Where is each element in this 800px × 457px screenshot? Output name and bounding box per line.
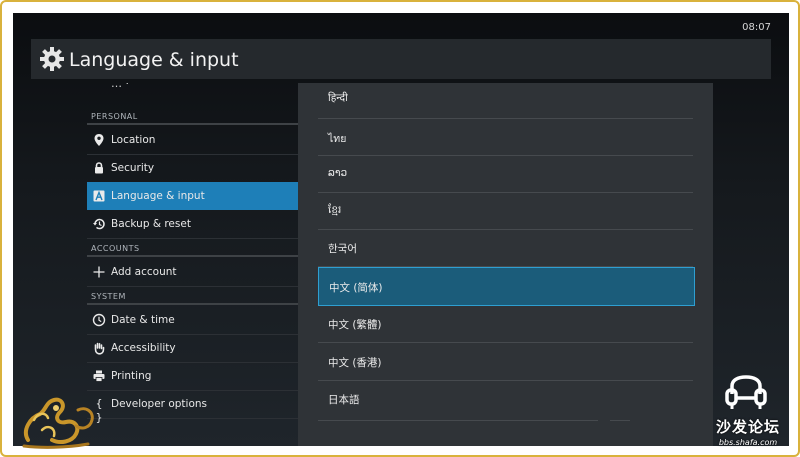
language-option[interactable]: ខ្មែរ xyxy=(318,192,693,230)
language-option[interactable]: 中文 (繁體) xyxy=(318,305,693,343)
watermark-text: 沙发论坛 xyxy=(715,418,780,436)
settings-item-developer-options[interactable]: { } Developer options xyxy=(87,390,298,424)
language-option[interactable]: ລາວ xyxy=(318,155,693,193)
settings-list: … · PERSONAL Location Security Language … xyxy=(87,83,298,438)
settings-item-date-time[interactable]: Date & time xyxy=(87,306,298,335)
backup-restore-icon xyxy=(92,217,106,231)
settings-item-language-input[interactable]: Language & input xyxy=(87,182,298,210)
language-option-label: 中文 (简体) xyxy=(329,282,383,294)
screenshot-frame: 08:07 Language & input … · PERSONAL Loca… xyxy=(0,0,800,457)
list-divider xyxy=(610,420,630,421)
language-picker-dialog: हिन्दी ไทย ລາວ ខ្មែរ 한국어 中文 (简体) 中文 (繁體)… xyxy=(298,83,713,446)
clock-icon xyxy=(92,313,106,327)
settings-item-label: Developer options xyxy=(111,398,208,410)
settings-item-location[interactable]: Location xyxy=(87,126,298,155)
language-option[interactable]: ไทย xyxy=(318,118,693,156)
section-divider xyxy=(87,255,298,257)
settings-item-accessibility[interactable]: Accessibility xyxy=(87,334,298,363)
page-title: Language & input xyxy=(69,49,239,71)
section-header-accounts: ACCOUNTS xyxy=(91,244,140,253)
section-header-system: SYSTEM xyxy=(91,292,126,301)
hand-icon xyxy=(92,341,106,355)
sofa-icon xyxy=(724,372,768,416)
section-divider xyxy=(87,123,298,125)
settings-item-label: Language & input xyxy=(111,190,205,202)
section-divider xyxy=(87,303,298,305)
settings-item-label: Backup & reset xyxy=(111,218,191,230)
action-bar: Language & input xyxy=(31,39,771,79)
language-option[interactable]: हिन्दी xyxy=(318,83,693,119)
settings-item-printing[interactable]: Printing xyxy=(87,362,298,391)
gear-icon[interactable] xyxy=(39,46,65,72)
settings-item-label: Location xyxy=(111,134,156,146)
settings-item-label: Printing xyxy=(111,370,152,382)
plus-icon xyxy=(92,265,106,279)
language-option[interactable]: 日本語 xyxy=(318,380,693,417)
section-header-personal: PERSONAL xyxy=(91,112,138,121)
list-item-partial[interactable]: … · xyxy=(87,83,298,105)
language-option-label: ไทย xyxy=(328,133,347,145)
printer-icon xyxy=(92,369,106,383)
settings-item-security[interactable]: Security xyxy=(87,154,298,183)
status-bar: 08:07 xyxy=(13,13,789,37)
ornamental-logo xyxy=(16,390,104,450)
language-option-label: ລາວ xyxy=(328,167,348,179)
language-option-selected[interactable]: 中文 (简体) xyxy=(318,267,695,306)
language-option-label: 中文 (香港) xyxy=(328,357,382,369)
list-divider xyxy=(318,420,598,421)
location-pin-icon xyxy=(92,133,106,147)
language-option-label: 日本語 xyxy=(328,394,360,406)
tv-screen: 08:07 Language & input … · PERSONAL Loca… xyxy=(13,13,789,446)
settings-item-label: Security xyxy=(111,162,155,174)
status-time: 08:07 xyxy=(742,22,771,33)
settings-item-add-account[interactable]: Add account xyxy=(87,258,298,287)
settings-item-backup-reset[interactable]: Backup & reset xyxy=(87,210,298,239)
lock-icon xyxy=(92,161,106,175)
settings-item-label: Date & time xyxy=(111,314,175,326)
watermark-url: bbs.shafa.com xyxy=(718,438,778,447)
settings-item-label: Add account xyxy=(111,266,177,278)
settings-item-label: Accessibility xyxy=(111,342,176,354)
watermark: 沙发论坛 bbs.shafa.com xyxy=(702,372,788,454)
list-item-partial-label: … · xyxy=(111,83,129,90)
language-option[interactable]: 中文 (香港) xyxy=(318,343,693,381)
language-a-icon xyxy=(92,189,106,203)
language-option-label: 中文 (繁體) xyxy=(328,319,382,331)
language-option[interactable]: 한국어 xyxy=(318,229,693,267)
language-option-label: हिन्दी xyxy=(328,92,348,104)
language-option-label: 한국어 xyxy=(328,243,357,255)
language-option-label: ខ្មែរ xyxy=(328,204,342,216)
